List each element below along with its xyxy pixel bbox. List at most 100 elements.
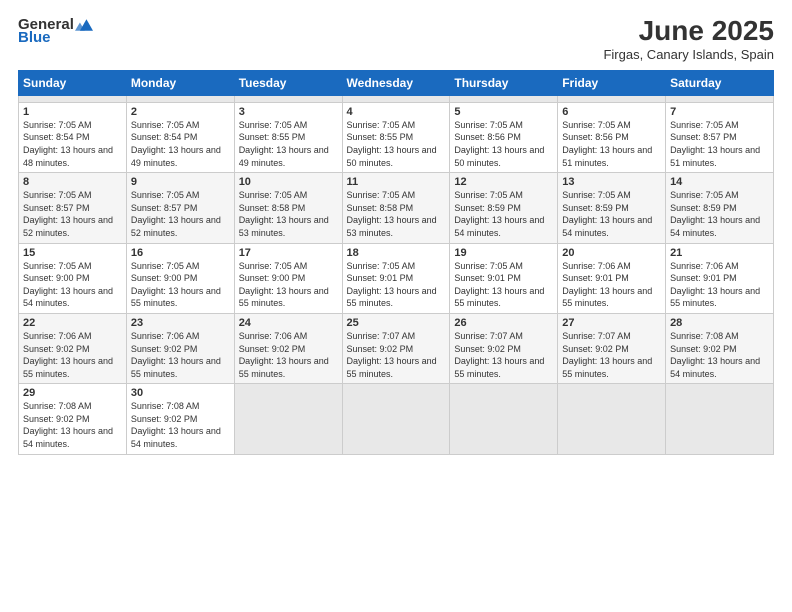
day-number: 15 xyxy=(23,247,122,259)
calendar-cell xyxy=(342,384,450,454)
day-number: 9 xyxy=(131,176,230,188)
calendar-cell: 7Sunrise: 7:05 AM Sunset: 8:57 PM Daylig… xyxy=(666,102,774,172)
calendar-cell xyxy=(666,95,774,102)
cell-details: Sunrise: 7:05 AM Sunset: 8:57 PM Dayligh… xyxy=(131,189,230,239)
header: General Blue June 2025 Firgas, Canary Is… xyxy=(18,16,774,62)
logo: General Blue xyxy=(18,16,94,46)
col-sunday: Sunday xyxy=(19,70,127,95)
cell-details: Sunrise: 7:08 AM Sunset: 9:02 PM Dayligh… xyxy=(131,400,230,450)
calendar-cell: 23Sunrise: 7:06 AM Sunset: 9:02 PM Dayli… xyxy=(126,313,234,383)
day-number: 23 xyxy=(131,317,230,329)
calendar-cell: 26Sunrise: 7:07 AM Sunset: 9:02 PM Dayli… xyxy=(450,313,558,383)
calendar-week-4: 22Sunrise: 7:06 AM Sunset: 9:02 PM Dayli… xyxy=(19,313,774,383)
day-number: 27 xyxy=(562,317,661,329)
calendar-cell: 8Sunrise: 7:05 AM Sunset: 8:57 PM Daylig… xyxy=(19,173,127,243)
day-number: 22 xyxy=(23,317,122,329)
calendar-cell: 22Sunrise: 7:06 AM Sunset: 9:02 PM Dayli… xyxy=(19,313,127,383)
calendar-cell: 14Sunrise: 7:05 AM Sunset: 8:59 PM Dayli… xyxy=(666,173,774,243)
calendar-cell: 18Sunrise: 7:05 AM Sunset: 9:01 PM Dayli… xyxy=(342,243,450,313)
page: General Blue June 2025 Firgas, Canary Is… xyxy=(0,0,792,612)
cell-details: Sunrise: 7:06 AM Sunset: 9:01 PM Dayligh… xyxy=(670,260,769,310)
day-number: 14 xyxy=(670,176,769,188)
calendar-cell: 9Sunrise: 7:05 AM Sunset: 8:57 PM Daylig… xyxy=(126,173,234,243)
day-number: 29 xyxy=(23,387,122,399)
calendar-cell: 19Sunrise: 7:05 AM Sunset: 9:01 PM Dayli… xyxy=(450,243,558,313)
cell-details: Sunrise: 7:06 AM Sunset: 9:01 PM Dayligh… xyxy=(562,260,661,310)
day-number: 2 xyxy=(131,106,230,118)
cell-details: Sunrise: 7:05 AM Sunset: 9:00 PM Dayligh… xyxy=(131,260,230,310)
calendar-cell xyxy=(234,95,342,102)
calendar-cell: 25Sunrise: 7:07 AM Sunset: 9:02 PM Dayli… xyxy=(342,313,450,383)
day-number: 20 xyxy=(562,247,661,259)
cell-details: Sunrise: 7:05 AM Sunset: 8:59 PM Dayligh… xyxy=(454,189,553,239)
calendar-cell: 6Sunrise: 7:05 AM Sunset: 8:56 PM Daylig… xyxy=(558,102,666,172)
col-thursday: Thursday xyxy=(450,70,558,95)
calendar-cell: 17Sunrise: 7:05 AM Sunset: 9:00 PM Dayli… xyxy=(234,243,342,313)
cell-details: Sunrise: 7:05 AM Sunset: 9:01 PM Dayligh… xyxy=(454,260,553,310)
day-number: 11 xyxy=(347,176,446,188)
day-number: 7 xyxy=(670,106,769,118)
cell-details: Sunrise: 7:05 AM Sunset: 8:54 PM Dayligh… xyxy=(131,119,230,169)
day-number: 3 xyxy=(239,106,338,118)
day-number: 16 xyxy=(131,247,230,259)
day-number: 6 xyxy=(562,106,661,118)
day-number: 10 xyxy=(239,176,338,188)
day-number: 19 xyxy=(454,247,553,259)
title-block: June 2025 Firgas, Canary Islands, Spain xyxy=(603,16,774,62)
cell-details: Sunrise: 7:05 AM Sunset: 8:54 PM Dayligh… xyxy=(23,119,122,169)
calendar-cell: 3Sunrise: 7:05 AM Sunset: 8:55 PM Daylig… xyxy=(234,102,342,172)
col-wednesday: Wednesday xyxy=(342,70,450,95)
calendar-header-row: Sunday Monday Tuesday Wednesday Thursday… xyxy=(19,70,774,95)
cell-details: Sunrise: 7:05 AM Sunset: 8:57 PM Dayligh… xyxy=(670,119,769,169)
calendar-cell: 28Sunrise: 7:08 AM Sunset: 9:02 PM Dayli… xyxy=(666,313,774,383)
calendar-week-5: 29Sunrise: 7:08 AM Sunset: 9:02 PM Dayli… xyxy=(19,384,774,454)
cell-details: Sunrise: 7:05 AM Sunset: 9:00 PM Dayligh… xyxy=(23,260,122,310)
col-friday: Friday xyxy=(558,70,666,95)
calendar-cell xyxy=(558,384,666,454)
col-saturday: Saturday xyxy=(666,70,774,95)
page-title: June 2025 xyxy=(603,16,774,47)
calendar-cell: 30Sunrise: 7:08 AM Sunset: 9:02 PM Dayli… xyxy=(126,384,234,454)
calendar-table: Sunday Monday Tuesday Wednesday Thursday… xyxy=(18,70,774,455)
calendar-cell xyxy=(342,95,450,102)
calendar-cell: 27Sunrise: 7:07 AM Sunset: 9:02 PM Dayli… xyxy=(558,313,666,383)
calendar-cell: 11Sunrise: 7:05 AM Sunset: 8:58 PM Dayli… xyxy=(342,173,450,243)
calendar-cell: 13Sunrise: 7:05 AM Sunset: 8:59 PM Dayli… xyxy=(558,173,666,243)
calendar-cell xyxy=(126,95,234,102)
cell-details: Sunrise: 7:05 AM Sunset: 9:00 PM Dayligh… xyxy=(239,260,338,310)
cell-details: Sunrise: 7:05 AM Sunset: 8:59 PM Dayligh… xyxy=(562,189,661,239)
cell-details: Sunrise: 7:05 AM Sunset: 8:59 PM Dayligh… xyxy=(670,189,769,239)
day-number: 21 xyxy=(670,247,769,259)
calendar-cell: 29Sunrise: 7:08 AM Sunset: 9:02 PM Dayli… xyxy=(19,384,127,454)
calendar-cell: 10Sunrise: 7:05 AM Sunset: 8:58 PM Dayli… xyxy=(234,173,342,243)
calendar-cell xyxy=(450,384,558,454)
calendar-cell xyxy=(19,95,127,102)
calendar-cell: 24Sunrise: 7:06 AM Sunset: 9:02 PM Dayli… xyxy=(234,313,342,383)
cell-details: Sunrise: 7:05 AM Sunset: 9:01 PM Dayligh… xyxy=(347,260,446,310)
calendar-cell: 5Sunrise: 7:05 AM Sunset: 8:56 PM Daylig… xyxy=(450,102,558,172)
cell-details: Sunrise: 7:07 AM Sunset: 9:02 PM Dayligh… xyxy=(562,330,661,380)
cell-details: Sunrise: 7:05 AM Sunset: 8:55 PM Dayligh… xyxy=(347,119,446,169)
day-number: 17 xyxy=(239,247,338,259)
logo-text-blue: Blue xyxy=(18,29,51,46)
day-number: 26 xyxy=(454,317,553,329)
cell-details: Sunrise: 7:05 AM Sunset: 8:58 PM Dayligh… xyxy=(347,189,446,239)
cell-details: Sunrise: 7:06 AM Sunset: 9:02 PM Dayligh… xyxy=(239,330,338,380)
calendar-cell: 15Sunrise: 7:05 AM Sunset: 9:00 PM Dayli… xyxy=(19,243,127,313)
day-number: 4 xyxy=(347,106,446,118)
calendar-cell: 12Sunrise: 7:05 AM Sunset: 8:59 PM Dayli… xyxy=(450,173,558,243)
cell-details: Sunrise: 7:07 AM Sunset: 9:02 PM Dayligh… xyxy=(454,330,553,380)
calendar-cell: 21Sunrise: 7:06 AM Sunset: 9:01 PM Dayli… xyxy=(666,243,774,313)
calendar-week-1: 1Sunrise: 7:05 AM Sunset: 8:54 PM Daylig… xyxy=(19,102,774,172)
cell-details: Sunrise: 7:05 AM Sunset: 8:58 PM Dayligh… xyxy=(239,189,338,239)
cell-details: Sunrise: 7:08 AM Sunset: 9:02 PM Dayligh… xyxy=(670,330,769,380)
calendar-cell xyxy=(558,95,666,102)
calendar-cell xyxy=(666,384,774,454)
cell-details: Sunrise: 7:06 AM Sunset: 9:02 PM Dayligh… xyxy=(23,330,122,380)
cell-details: Sunrise: 7:08 AM Sunset: 9:02 PM Dayligh… xyxy=(23,400,122,450)
calendar-cell: 1Sunrise: 7:05 AM Sunset: 8:54 PM Daylig… xyxy=(19,102,127,172)
cell-details: Sunrise: 7:05 AM Sunset: 8:56 PM Dayligh… xyxy=(562,119,661,169)
calendar-cell: 4Sunrise: 7:05 AM Sunset: 8:55 PM Daylig… xyxy=(342,102,450,172)
calendar-cell xyxy=(450,95,558,102)
calendar-week-0 xyxy=(19,95,774,102)
